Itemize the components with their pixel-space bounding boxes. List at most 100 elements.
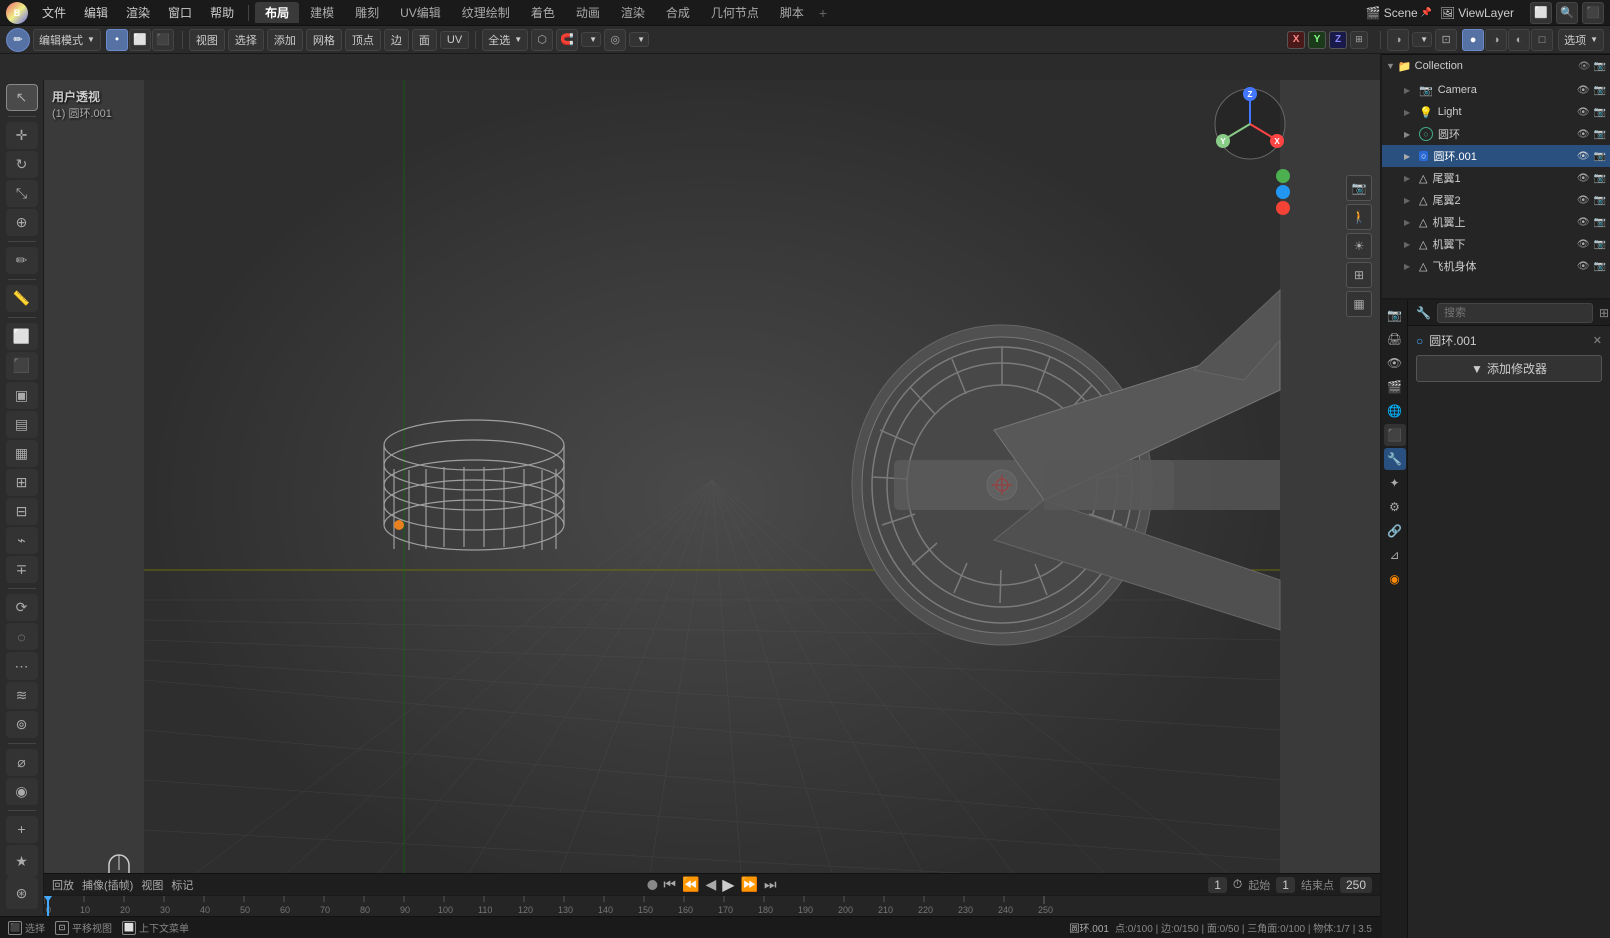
add-workspace-btn[interactable]: + xyxy=(819,5,827,21)
x-global-btn[interactable]: X xyxy=(1287,31,1305,49)
xray-icon[interactable]: ⊡ xyxy=(1435,29,1457,51)
tool-bevel[interactable]: ▦ xyxy=(6,440,38,467)
tab-render[interactable]: 渲染 xyxy=(611,2,655,23)
props-physics-icon[interactable]: ⚙ xyxy=(1384,496,1406,518)
proportional-dropdown[interactable] xyxy=(629,32,649,47)
tab-animation[interactable]: 动画 xyxy=(566,2,610,23)
props-world-icon[interactable]: 🌐 xyxy=(1384,400,1406,422)
tab-modeling[interactable]: 建模 xyxy=(300,2,344,23)
menu-view[interactable]: 视图 xyxy=(189,29,225,51)
tab-texture-paint[interactable]: 纹理绘制 xyxy=(452,2,520,23)
props-output-icon[interactable]: 🖨 xyxy=(1384,328,1406,350)
outliner-item-fuselage[interactable]: ▶ △ 飞机身体 👁 📷 xyxy=(1382,255,1610,277)
y-global-btn[interactable]: Y xyxy=(1308,31,1326,49)
render-icon[interactable]: ⬜ xyxy=(1530,2,1552,24)
tool-add-tool[interactable]: + xyxy=(6,816,38,843)
timeline-ruler[interactable]: 0 10 20 30 40 50 60 70 80 90 100 110 120 xyxy=(44,895,1380,916)
tool-add-cube[interactable]: ⬜ xyxy=(6,323,38,350)
tail1-render[interactable]: 📷 xyxy=(1594,173,1606,184)
tool-loop-cut[interactable]: ⊞ xyxy=(6,469,38,496)
tool-add-cube-2[interactable]: ⬛ xyxy=(6,352,38,379)
tool-knife[interactable]: ⌁ xyxy=(6,527,38,554)
filter-header-icon[interactable]: ⬛ xyxy=(1582,2,1604,24)
tl-btn-next-frame[interactable]: ⏩ xyxy=(741,876,758,893)
overlay-dropdown[interactable] xyxy=(1412,32,1432,47)
props-pin-icon[interactable]: ✕ xyxy=(1593,334,1602,347)
vertex-select-icon[interactable]: ⬩ xyxy=(106,29,128,51)
search-header-icon[interactable]: 🔍 xyxy=(1556,2,1578,24)
menu-edge[interactable]: 边 xyxy=(384,29,409,51)
z-global-btn[interactable]: Z xyxy=(1329,31,1347,49)
tool-quick-favorites[interactable]: ★ xyxy=(6,845,38,877)
tab-scripting[interactable]: 脚本 xyxy=(770,2,814,23)
fuse-render[interactable]: 📷 xyxy=(1594,261,1606,272)
current-frame[interactable]: 1 xyxy=(1208,877,1227,893)
props-scene-icon[interactable]: 🎬 xyxy=(1384,376,1406,398)
fuse-eye[interactable]: 👁 xyxy=(1577,261,1590,272)
tab-layout[interactable]: 布局 xyxy=(255,2,299,23)
wingu-render[interactable]: 📷 xyxy=(1594,217,1606,228)
tool-shrink-fatten[interactable]: ◉ xyxy=(6,778,38,805)
tool-gizmo[interactable]: ⊛ xyxy=(6,877,38,909)
props-modifier-icon[interactable]: 🔧 xyxy=(1384,448,1406,470)
menu-file[interactable]: 文件 xyxy=(34,2,74,23)
torus-eye-icon[interactable]: 👁 xyxy=(1577,129,1590,140)
frame-end-value[interactable]: 250 xyxy=(1340,877,1372,893)
props-data-icon[interactable]: ⊿ xyxy=(1384,544,1406,566)
menu-add[interactable]: 添加 xyxy=(267,29,303,51)
collection-render-icon[interactable]: 📷 xyxy=(1594,61,1606,72)
tail2-render[interactable]: 📷 xyxy=(1594,195,1606,206)
tool-randomize[interactable]: ⋯ xyxy=(6,652,38,679)
outliner-item-torus001[interactable]: ▶ ○ 圆环.001 👁 📷 xyxy=(1382,145,1610,167)
tab-sculpt[interactable]: 雕刻 xyxy=(345,2,389,23)
outliner-item-light[interactable]: ▶ 💡 Light 👁 📷 xyxy=(1382,101,1610,123)
tool-annotate[interactable]: ✏ xyxy=(6,247,38,274)
tool-smooth[interactable]: ◌ xyxy=(6,623,38,650)
overlay-icon[interactable]: ◑ xyxy=(1387,29,1409,51)
tl-menu-keying[interactable]: 捕像(插帧) xyxy=(82,877,133,893)
options-dropdown[interactable]: 选项 xyxy=(1558,29,1604,51)
snap-icon[interactable]: 🧲 xyxy=(556,29,578,51)
vp-grid-icon[interactable]: ⊞ xyxy=(1346,262,1372,288)
props-constraints-icon[interactable]: 🔗 xyxy=(1384,520,1406,542)
orient-icon[interactable]: ⊞ xyxy=(1350,31,1368,49)
tool-transform[interactable]: ⊕ xyxy=(6,209,38,236)
menu-help[interactable]: 帮助 xyxy=(202,2,242,23)
collection-eye-icon[interactable]: 👁 xyxy=(1578,61,1591,72)
outliner-item-tail1[interactable]: ▶ △ 尾翼1 👁 📷 xyxy=(1382,167,1610,189)
menu-render[interactable]: 渲染 xyxy=(118,2,158,23)
vp-person-icon[interactable]: 🚶 xyxy=(1346,204,1372,230)
torus001-render-icon[interactable]: 📷 xyxy=(1594,151,1606,162)
menu-select[interactable]: 选择 xyxy=(228,29,264,51)
camera-render-icon[interactable]: 📷 xyxy=(1594,85,1606,96)
props-object-icon[interactable]: ⬛ xyxy=(1384,424,1406,446)
torus001-eye-icon[interactable]: 👁 xyxy=(1577,151,1590,162)
tl-btn-prev-keyframe[interactable]: ⏪ xyxy=(682,876,699,893)
wingl-render[interactable]: 📷 xyxy=(1594,239,1606,250)
shading-render-icon[interactable]: ◐ xyxy=(1508,29,1530,51)
tool-scale[interactable]: ⤡ xyxy=(6,180,38,207)
tool-rotate[interactable]: ↻ xyxy=(6,151,38,178)
props-expand-icon[interactable]: ⊞ xyxy=(1599,306,1609,320)
outliner-item-tail2[interactable]: ▶ △ 尾翼2 👁 📷 xyxy=(1382,189,1610,211)
tool-bisect[interactable]: ∓ xyxy=(6,556,38,583)
tool-slide-relax[interactable]: ≋ xyxy=(6,682,38,709)
outliner-item-camera[interactable]: ▶ 📷 Camera 👁 📷 xyxy=(1382,79,1610,101)
tl-menu-view[interactable]: 视图 xyxy=(141,877,163,893)
menu-edit[interactable]: 编辑 xyxy=(76,2,116,23)
tl-btn-prev-frame[interactable]: ◀ xyxy=(705,876,716,893)
props-material-icon[interactable]: ◉ xyxy=(1384,568,1406,590)
select-box-icon[interactable]: ⬡ xyxy=(531,29,553,51)
vp-sun-icon[interactable]: ☀ xyxy=(1346,233,1372,259)
frame-start-value[interactable]: 1 xyxy=(1276,877,1295,893)
tail2-eye[interactable]: 👁 xyxy=(1577,195,1590,206)
wingl-eye[interactable]: 👁 xyxy=(1577,239,1590,250)
shading-wireframe-icon[interactable]: □ xyxy=(1531,29,1553,51)
torus-render-icon[interactable]: 📷 xyxy=(1594,129,1606,140)
tab-shading[interactable]: 着色 xyxy=(521,2,565,23)
tl-btn-skip-start[interactable]: ⏮ xyxy=(663,876,676,893)
light-eye-icon[interactable]: 👁 xyxy=(1577,107,1590,118)
props-particles-icon[interactable]: ✦ xyxy=(1384,472,1406,494)
vp-camera-icon[interactable]: 📷 xyxy=(1346,175,1372,201)
tl-menu-playback[interactable]: 回放 xyxy=(52,877,74,893)
